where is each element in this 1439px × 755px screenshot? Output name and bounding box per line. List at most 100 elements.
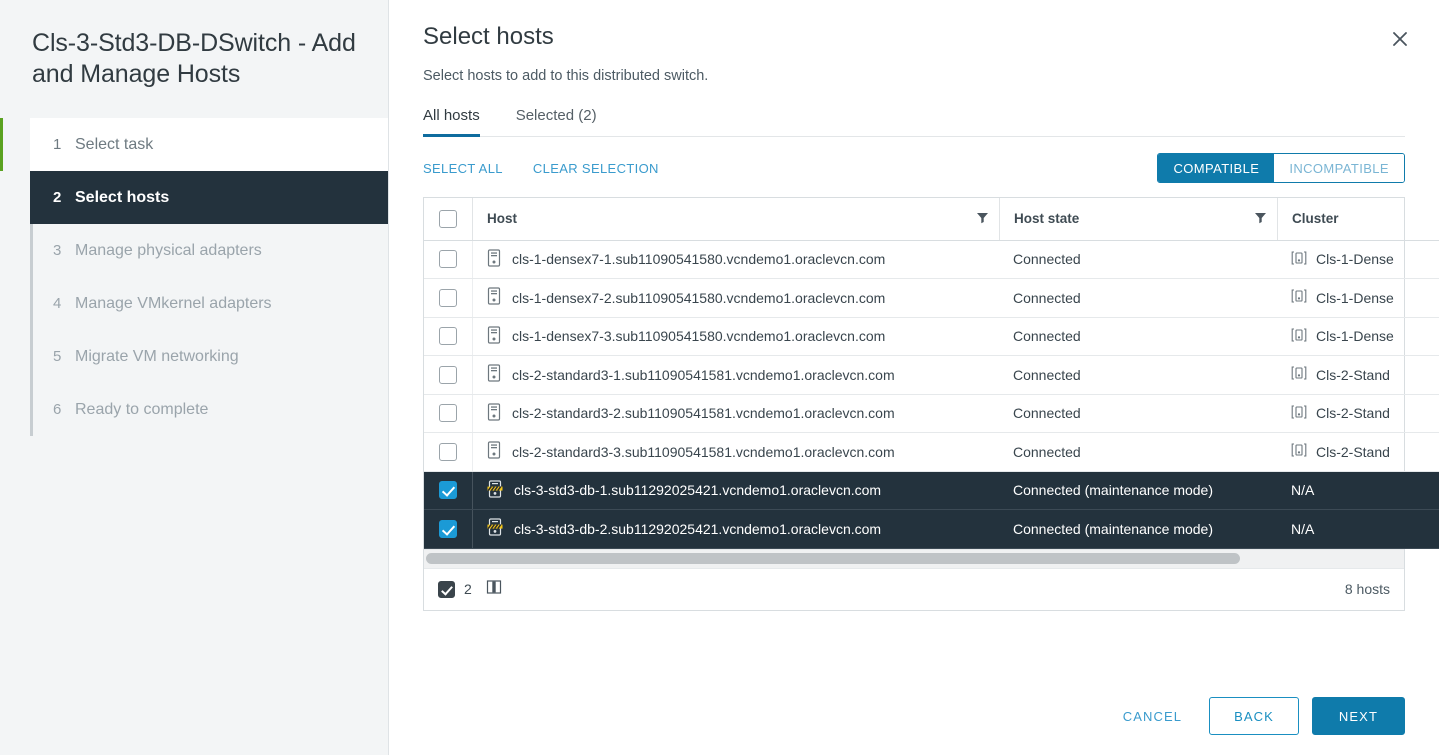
wizard-sidebar: Cls-3-Std3-DB-DSwitch - Add and Manage H… — [0, 0, 389, 755]
sidebar-step-select-task[interactable]: 1 Select task — [0, 118, 388, 171]
row-checkbox[interactable] — [439, 365, 457, 384]
row-checkbox[interactable] — [439, 288, 457, 307]
host-state: Connected — [1013, 443, 1081, 460]
tab-all-hosts[interactable]: All hosts — [423, 103, 494, 137]
compatible-button[interactable]: COMPATIBLE — [1158, 154, 1275, 182]
table-body: cls-1-densex7-1.sub11090541580.vcndemo1.… — [424, 240, 1439, 549]
step-label: Ready to complete — [75, 400, 209, 418]
selected-count: 2 — [464, 581, 472, 597]
filter-icon[interactable] — [1254, 211, 1267, 227]
select-all-checkbox[interactable] — [439, 209, 457, 228]
row-select-cell — [424, 317, 472, 356]
table-footer: 2 8 hosts — [424, 567, 1404, 610]
compatibility-toggle: COMPATIBLE INCOMPATIBLE — [1157, 153, 1405, 183]
cell-host-state: Connected (maintenance mode) — [999, 471, 1277, 510]
host-icon — [487, 441, 501, 462]
cluster-name: N/A — [1291, 482, 1315, 499]
table-row[interactable]: cls-2-standard3-1.sub11090541581.vcndemo… — [424, 355, 1439, 395]
step-label: Manage VMkernel adapters — [75, 294, 272, 312]
table-action-bar: SELECT ALL CLEAR SELECTION COMPATIBLE IN… — [423, 153, 1405, 183]
sidebar-step-select-hosts[interactable]: 2 Select hosts — [30, 171, 388, 224]
step-label: Manage physical adapters — [75, 241, 262, 259]
table-row[interactable]: cls-2-standard3-3.sub11090541581.vcndemo… — [424, 432, 1439, 472]
host-icon — [487, 403, 501, 424]
horizontal-scrollbar[interactable] — [424, 548, 1404, 568]
table-header-row: Host Host state Cluster — [424, 198, 1439, 241]
wizard-footer-buttons: CANCEL BACK NEXT — [1109, 697, 1405, 735]
host-icon — [487, 326, 501, 347]
header-cluster: Cluster — [1277, 198, 1439, 241]
cell-cluster: Cls-1-Dense — [1277, 317, 1439, 356]
host-state: Connected (maintenance mode) — [1013, 482, 1214, 499]
cell-host: cls-1-densex7-3.sub11090541580.vcndemo1.… — [472, 317, 999, 356]
header-host-label: Host — [487, 211, 517, 227]
cancel-button[interactable]: CANCEL — [1109, 697, 1196, 735]
cell-host: cls-2-standard3-1.sub11090541581.vcndemo… — [472, 355, 999, 395]
wizard-title: Cls-3-Std3-DB-DSwitch - Add and Manage H… — [32, 29, 356, 88]
row-checkbox[interactable] — [439, 481, 457, 500]
step-number: 5 — [53, 348, 62, 365]
cluster-icon — [1291, 250, 1307, 269]
clear-selection-button[interactable]: CLEAR SELECTION — [533, 161, 659, 176]
row-select-cell — [424, 394, 472, 433]
host-name: cls-2-standard3-2.sub11090541581.vcndemo… — [512, 405, 895, 422]
back-button[interactable]: BACK — [1209, 697, 1299, 735]
cell-host-state: Connected — [999, 394, 1277, 433]
table-row[interactable]: cls-2-standard3-2.sub11090541581.vcndemo… — [424, 394, 1439, 433]
cluster-name: Cls-1-Dense — [1316, 289, 1394, 306]
add-and-manage-hosts-wizard: Cls-3-Std3-DB-DSwitch - Add and Manage H… — [0, 0, 1439, 755]
row-checkbox[interactable] — [439, 442, 457, 461]
row-select-cell — [424, 355, 472, 395]
cluster-icon — [1291, 327, 1307, 346]
scrollbar-thumb[interactable] — [426, 553, 1240, 564]
table-row[interactable]: cls-1-densex7-2.sub11090541580.vcndemo1.… — [424, 278, 1439, 318]
cell-host: cls-3-std3-db-2.sub11292025421.vcndemo1.… — [472, 509, 999, 549]
step-number: 1 — [53, 136, 62, 153]
header-host: Host — [472, 198, 999, 241]
table-row[interactable]: cls-3-std3-db-2.sub11292025421.vcndemo1.… — [424, 509, 1439, 549]
cell-host: cls-1-densex7-1.sub11090541580.vcndemo1.… — [472, 240, 999, 279]
pane-subtitle: Select hosts to add to this distributed … — [423, 68, 709, 84]
cluster-name: Cls-2-Stand — [1316, 443, 1390, 460]
host-name: cls-3-std3-db-2.sub11292025421.vcndemo1.… — [514, 520, 882, 537]
step-number: 3 — [53, 242, 62, 259]
row-select-cell — [424, 509, 472, 549]
cell-host: cls-1-densex7-2.sub11090541580.vcndemo1.… — [472, 278, 999, 318]
incompatible-button[interactable]: INCOMPATIBLE — [1274, 154, 1404, 182]
sidebar-step-migrate-vm-networking[interactable]: 5 Migrate VM networking — [30, 330, 388, 383]
total-hosts-count: 8 hosts — [1344, 581, 1390, 597]
columns-icon[interactable] — [486, 579, 502, 600]
row-select-cell — [424, 432, 472, 472]
host-name: cls-2-standard3-3.sub11090541581.vcndemo… — [512, 443, 895, 460]
sidebar-step-manage-physical-adapters[interactable]: 3 Manage physical adapters — [30, 224, 388, 277]
row-checkbox[interactable] — [439, 404, 457, 423]
table-row[interactable]: cls-1-densex7-1.sub11090541580.vcndemo1.… — [424, 240, 1439, 279]
header-host-state: Host state — [999, 198, 1277, 241]
row-checkbox[interactable] — [439, 327, 457, 346]
close-icon[interactable] — [1383, 22, 1417, 56]
step-label: Select hosts — [75, 188, 170, 206]
cell-host-state: Connected — [999, 432, 1277, 472]
filter-icon[interactable] — [976, 211, 989, 227]
cluster-name: Cls-2-Stand — [1316, 366, 1390, 383]
cell-host: cls-2-standard3-3.sub11090541581.vcndemo… — [472, 432, 999, 472]
select-all-button[interactable]: SELECT ALL — [423, 161, 503, 176]
tab-selected[interactable]: Selected (2) — [516, 103, 611, 136]
host-icon — [487, 249, 501, 270]
next-button[interactable]: NEXT — [1311, 697, 1405, 735]
footer-selection-checkbox[interactable] — [438, 580, 455, 598]
table-row[interactable]: cls-3-std3-db-1.sub11292025421.vcndemo1.… — [424, 471, 1439, 510]
host-state: Connected — [1013, 251, 1081, 268]
main-pane: Select hosts Select hosts to add to this… — [389, 0, 1439, 755]
sidebar-step-manage-vmkernel-adapters[interactable]: 4 Manage VMkernel adapters — [30, 277, 388, 330]
cluster-name: Cls-2-Stand — [1316, 405, 1390, 422]
cell-cluster: Cls-1-Dense — [1277, 278, 1439, 318]
pane-header: Select hosts Select hosts to add to this… — [423, 0, 1407, 84]
host-state: Connected — [1013, 328, 1081, 345]
row-checkbox[interactable] — [439, 519, 457, 538]
table-row[interactable]: cls-1-densex7-3.sub11090541580.vcndemo1.… — [424, 317, 1439, 356]
host-name: cls-1-densex7-1.sub11090541580.vcndemo1.… — [512, 251, 886, 268]
row-checkbox[interactable] — [439, 250, 457, 269]
page-title: Select hosts — [423, 23, 554, 50]
sidebar-step-ready-to-complete[interactable]: 6 Ready to complete — [30, 383, 388, 436]
